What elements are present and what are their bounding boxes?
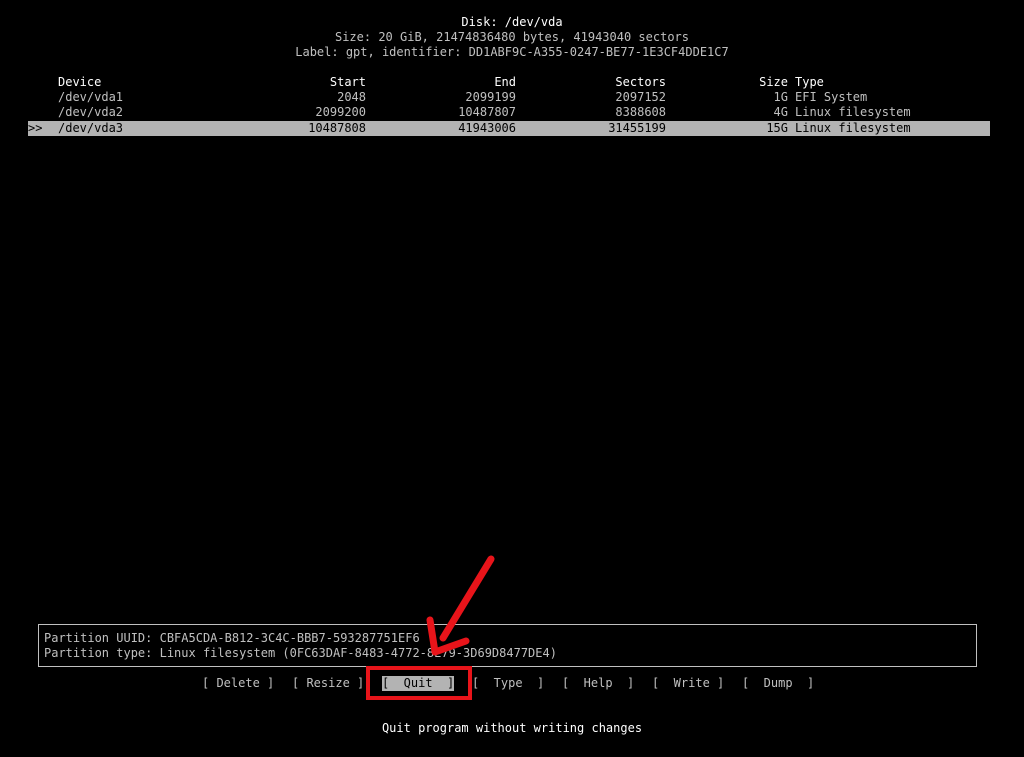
dump-button[interactable]: [ Dump ] [742, 676, 814, 691]
action-menu: [ Delete ] [ Resize ] [ Quit ] [ Type ] … [0, 676, 1024, 691]
selection-marker: >> [28, 121, 43, 135]
quit-highlight-box [366, 666, 472, 700]
row-start: 2048 [337, 90, 366, 104]
disk-label: Label: gpt, identifier: DD1ABF9C-A355-02… [295, 45, 729, 59]
row-type: Linux filesystem [795, 121, 911, 135]
type-button[interactable]: [ Type ] [472, 676, 544, 691]
row-sectors: 2097152 [615, 90, 666, 104]
delete-button[interactable]: [ Delete ] [202, 676, 274, 691]
row-type: Linux filesystem [795, 105, 911, 119]
partition-type: Partition type: Linux filesystem (0FC63D… [44, 646, 557, 660]
partition-row-vda2[interactable]: /dev/vda2 2099200 10487807 8388608 4G Li… [28, 105, 990, 120]
row-start: 2099200 [315, 105, 366, 119]
row-size: 1G [773, 90, 788, 104]
table-header: Device Start End Sectors Size Type [28, 75, 990, 90]
column-type: Type [795, 75, 824, 89]
row-device: /dev/vda3 [58, 121, 124, 135]
row-device: /dev/vda1 [58, 90, 124, 104]
resize-button[interactable]: [ Resize ] [292, 676, 364, 691]
disk-size: Size: 20 GiB, 21474836480 bytes, 4194304… [334, 30, 689, 44]
row-sectors: 31455199 [608, 121, 666, 135]
partition-row-vda1[interactable]: /dev/vda1 2048 2099199 2097152 1G EFI Sy… [28, 90, 990, 105]
status-message: Quit program without writing changes [381, 721, 643, 735]
column-start: Start [329, 75, 366, 89]
row-device: /dev/vda2 [58, 105, 124, 119]
disk-title: Disk: /dev/vda [461, 15, 563, 29]
column-size: Size [759, 75, 788, 89]
row-end: 41943006 [458, 121, 516, 135]
row-size: 15G [766, 121, 788, 135]
column-sectors: Sectors [615, 75, 666, 89]
row-start: 10487808 [308, 121, 366, 135]
row-type: EFI System [795, 90, 868, 104]
write-button[interactable]: [ Write ] [652, 676, 724, 691]
row-end: 10487807 [458, 105, 516, 119]
partition-uuid: Partition UUID: CBFA5CDA-B812-3C4C-BBB7-… [44, 631, 420, 645]
column-end: End [494, 75, 516, 89]
row-size: 4G [773, 105, 788, 119]
row-end: 2099199 [465, 90, 516, 104]
partition-row-vda3[interactable]: >> /dev/vda3 10487808 41943006 31455199 … [28, 121, 990, 136]
help-button[interactable]: [ Help ] [562, 676, 634, 691]
row-sectors: 8388608 [615, 105, 666, 119]
partition-info-box: Partition UUID: CBFA5CDA-B812-3C4C-BBB7-… [38, 624, 977, 667]
column-device: Device [58, 75, 102, 89]
